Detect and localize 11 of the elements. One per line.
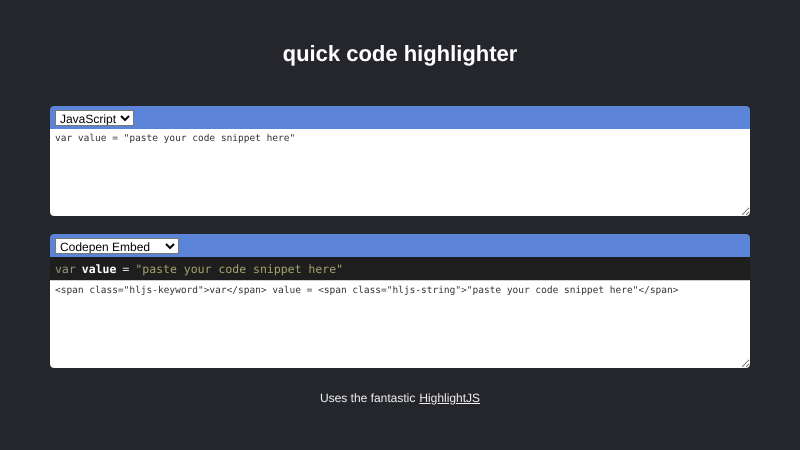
html-output-field[interactable]: <span class="hljs-keyword">var</span> value = <span class="hljs-string">"paste your code snippet here"</span> [50, 281, 750, 368]
code-token: "paste your code snippet here" [135, 262, 344, 276]
language-select[interactable]: JavaScript [55, 110, 134, 126]
code-token: value [82, 262, 116, 276]
footer-text: Uses the fantastic [320, 391, 416, 405]
code-token: = [122, 262, 130, 276]
code-token: var [55, 262, 76, 276]
highlightjs-link[interactable]: HighlightJS [419, 391, 480, 405]
code-input-field[interactable]: var value = "paste your code snippet here" [50, 129, 750, 216]
page-title: quick code highlighter [282, 41, 518, 67]
format-select[interactable]: Codepen Embed [55, 238, 179, 254]
